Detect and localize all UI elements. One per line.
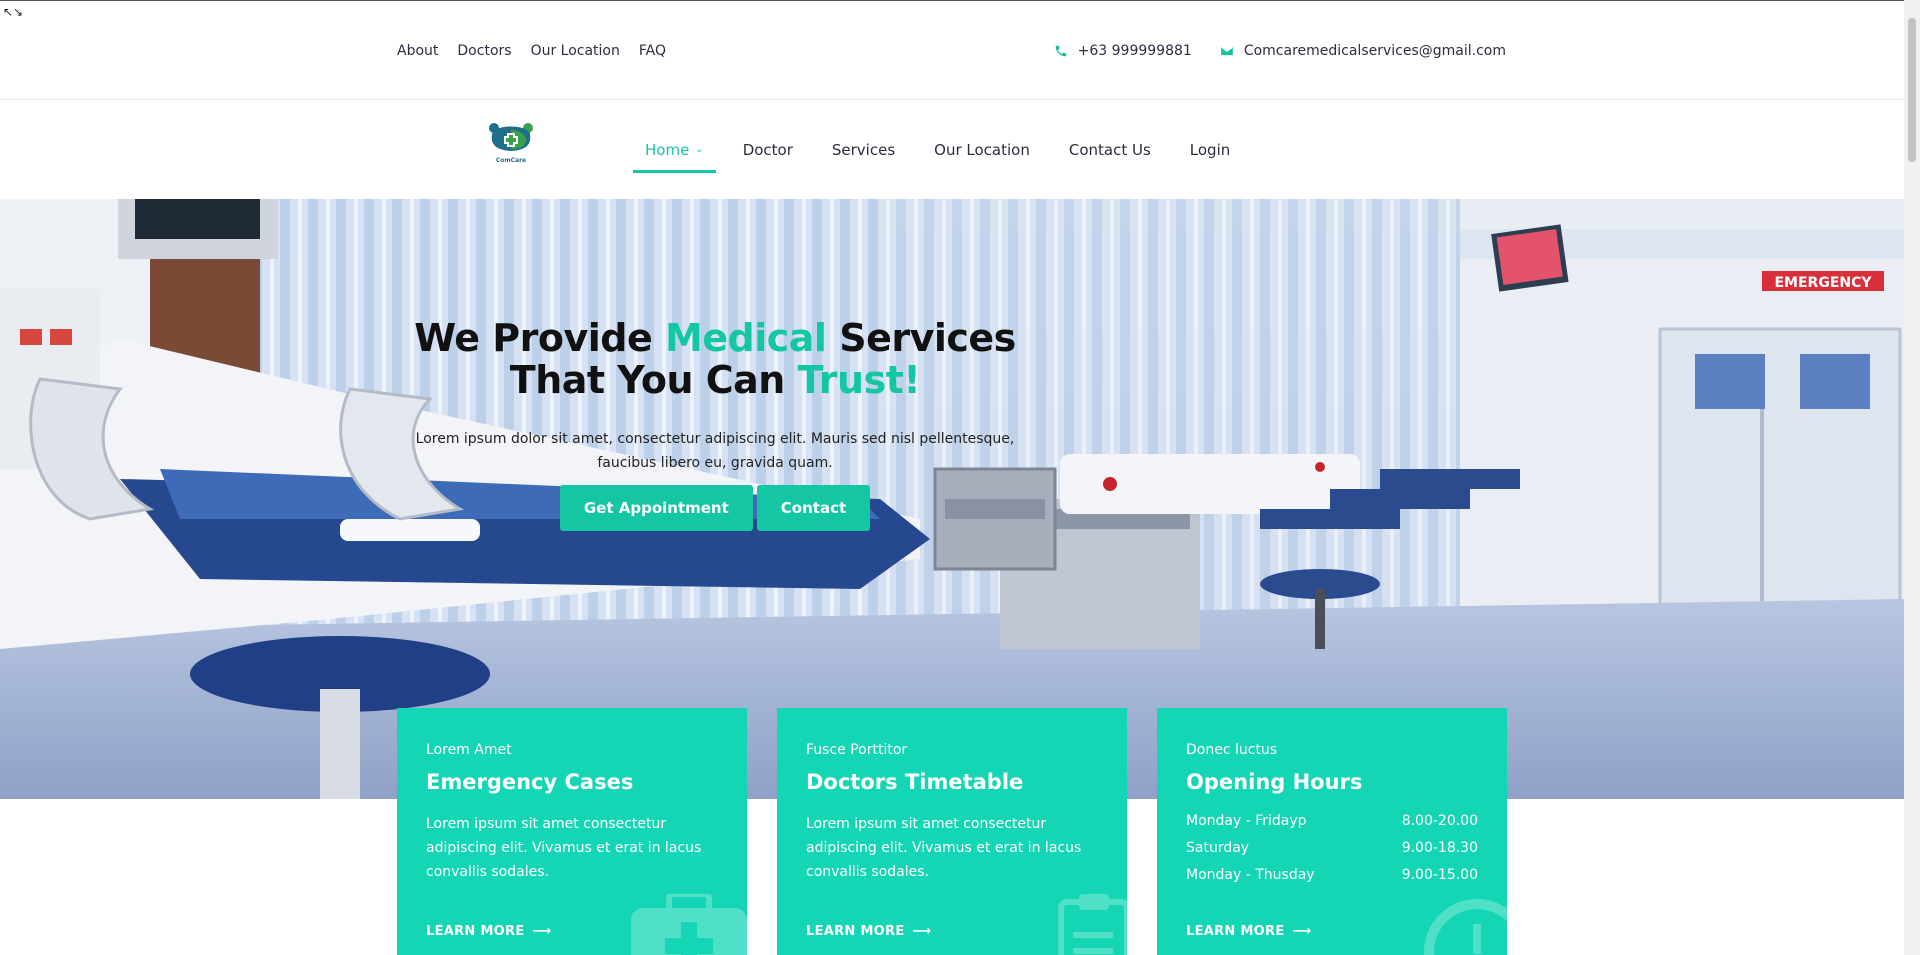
contact-button[interactable]: Contact: [756, 485, 871, 531]
get-appointment-button[interactable]: Get Appointment: [559, 485, 753, 531]
hero-buttons: Get Appointment Contact: [400, 485, 1030, 531]
emergency-sign-text: EMERGENCY: [1774, 275, 1872, 291]
nav-contact-us[interactable]: Contact Us: [1057, 100, 1163, 199]
card-description: Lorem ipsum sit amet consectetur adipisc…: [806, 816, 1082, 880]
hero-title-accent: Medical: [664, 316, 827, 360]
resize-icon: ↖↘: [3, 5, 24, 19]
nav-services[interactable]: Services: [820, 100, 907, 199]
opening-hours-list: Monday - Fridayp 8.00-20.00 Saturday 9.0…: [1186, 808, 1478, 889]
mail-icon: [1220, 46, 1233, 56]
hours-time: 9.00-15.00: [1401, 867, 1478, 883]
nav-doctor-label: Doctor: [742, 140, 793, 159]
hours-day: Saturday: [1186, 840, 1250, 856]
main-navbar: ComCare Home ⌄ Doctor Services Our Locat…: [0, 100, 1904, 199]
learn-more-label: LEARN MORE: [1186, 924, 1285, 939]
phone-number: +63 999999881: [1077, 43, 1192, 59]
hours-day: Monday - Thusday: [1186, 867, 1315, 883]
card-title: Emergency Cases: [426, 770, 634, 794]
page-scrollbar[interactable]: [1904, 0, 1920, 955]
card-title: Doctors Timetable: [806, 770, 1024, 794]
clock-icon: [1424, 899, 1507, 955]
hours-time: 9.00-18.30: [1401, 840, 1478, 856]
nav-services-label: Services: [831, 140, 896, 159]
email-contact[interactable]: Comcaremedicalservices@gmail.com: [1220, 43, 1506, 59]
nav-location-label: Our Location: [934, 140, 1030, 159]
card-kicker: Lorem Amet: [426, 742, 512, 758]
hero-title-accent: Trust!: [797, 358, 921, 402]
nav-home[interactable]: Home ⌄: [633, 100, 716, 199]
arrow-right-icon: ⟶: [1292, 924, 1312, 939]
top-bar: ↖↘ About Doctors Our Location FAQ +63 99…: [0, 1, 1904, 100]
learn-more-link[interactable]: LEARN MORE ⟶: [806, 924, 931, 939]
nav-login-label: Login: [1189, 140, 1231, 159]
nav-our-location[interactable]: Our Location: [922, 100, 1042, 199]
hours-row: Monday - Thusday 9.00-15.00: [1186, 862, 1478, 889]
feature-cards: Lorem Amet Emergency Cases Lorem ipsum s…: [397, 708, 1507, 955]
top-link-about[interactable]: About: [397, 43, 438, 59]
hero-title-part: That You Can: [509, 358, 798, 402]
learn-more-link[interactable]: LEARN MORE ⟶: [1186, 924, 1311, 939]
hero-subtitle: Lorem ipsum dolor sit amet, consectetur …: [415, 431, 1015, 471]
hours-row: Saturday 9.00-18.30: [1186, 835, 1478, 862]
card-title: Opening Hours: [1186, 770, 1363, 794]
logo-text: ComCare: [496, 157, 526, 164]
hero-title: We Provide Medical Services That You Can…: [400, 317, 1030, 401]
top-link-location[interactable]: Our Location: [531, 43, 620, 59]
hero-text-block: We Provide Medical Services That You Can…: [400, 317, 1030, 531]
top-link-doctors[interactable]: Doctors: [457, 43, 511, 59]
phone-contact[interactable]: +63 999999881: [1054, 43, 1192, 59]
clipboard-icon: [1058, 894, 1127, 955]
hero-title-part: Services: [826, 316, 1016, 360]
email-address: Comcaremedicalservices@gmail.com: [1243, 43, 1506, 59]
medical-kit-icon: [631, 894, 747, 955]
nav-contact-label: Contact Us: [1068, 140, 1151, 159]
hero-title-part: We Provide: [414, 316, 665, 360]
card-emergency-cases: Lorem Amet Emergency Cases Lorem ipsum s…: [397, 708, 747, 955]
hours-row: Monday - Fridayp 8.00-20.00: [1186, 808, 1478, 835]
comcare-logo[interactable]: ComCare: [488, 120, 534, 172]
page: ↖↘ About Doctors Our Location FAQ +63 99…: [0, 0, 1904, 955]
card-opening-hours: Donec luctus Opening Hours Monday - Frid…: [1157, 708, 1507, 955]
top-contact: +63 999999881 Comcaremedicalservices@gma…: [1054, 43, 1506, 59]
top-links: About Doctors Our Location FAQ: [397, 43, 666, 59]
arrow-right-icon: ⟶: [532, 924, 552, 939]
card-description: Lorem ipsum sit amet consectetur adipisc…: [426, 816, 702, 880]
phone-icon: [1055, 45, 1066, 57]
hours-time: 8.00-20.00: [1401, 813, 1478, 829]
main-menu: Home ⌄ Doctor Services Our Location Cont…: [633, 100, 1257, 199]
card-kicker: Fusce Porttitor: [806, 742, 908, 758]
nav-login[interactable]: Login: [1178, 100, 1242, 199]
card-kicker: Donec luctus: [1186, 742, 1278, 758]
card-doctors-timetable: Fusce Porttitor Doctors Timetable Lorem …: [777, 708, 1127, 955]
top-link-faq[interactable]: FAQ: [639, 43, 666, 59]
learn-more-label: LEARN MORE: [806, 924, 905, 939]
learn-more-link[interactable]: LEARN MORE ⟶: [426, 924, 551, 939]
chevron-down-icon: ⌄: [695, 144, 704, 155]
nav-doctor[interactable]: Doctor: [731, 100, 805, 199]
nav-home-label: Home: [645, 140, 690, 159]
hours-day: Monday - Fridayp: [1186, 813, 1307, 829]
learn-more-label: LEARN MORE: [426, 924, 525, 939]
scrollbar-thumb[interactable]: [1908, 18, 1916, 162]
arrow-right-icon: ⟶: [912, 924, 932, 939]
